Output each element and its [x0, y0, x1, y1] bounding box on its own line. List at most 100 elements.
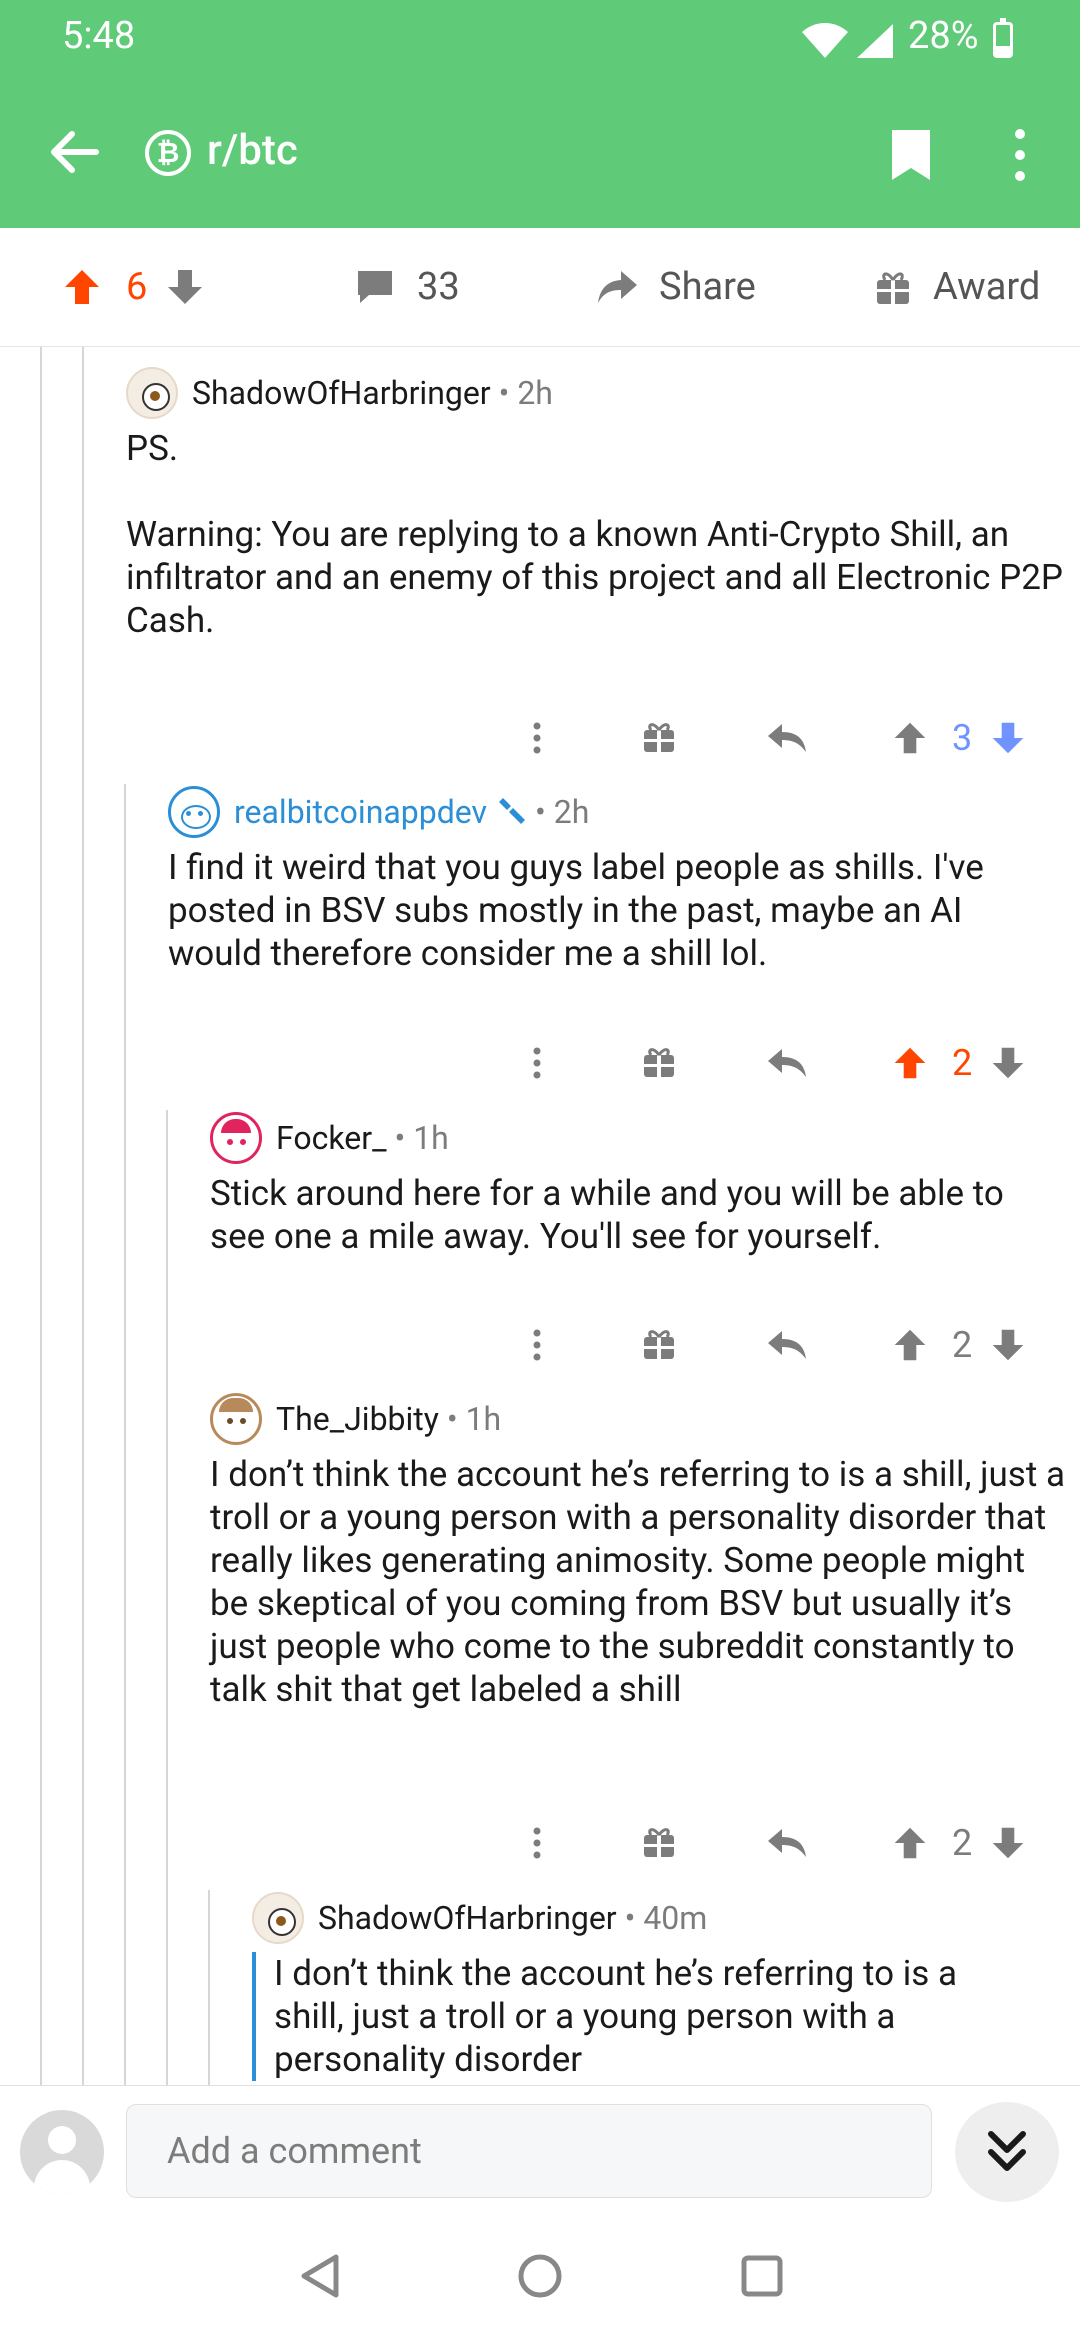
bookmark-icon[interactable] — [890, 128, 932, 182]
comment-body: PS. Warning: You are replying to a known… — [126, 427, 1066, 642]
reply-icon[interactable] — [766, 710, 808, 766]
comment-quote: I don’t think the account he’s referring… — [252, 1952, 1014, 2081]
bitcoin-icon: ₿ — [145, 130, 191, 176]
comment-text: PS. — [126, 428, 179, 469]
gift-icon[interactable] — [642, 1035, 676, 1091]
comment-age: 1h — [465, 1400, 502, 1438]
gift-icon[interactable] — [642, 1317, 676, 1373]
status-bar: 5:48 28% — [0, 0, 1080, 80]
subreddit-name[interactable]: r/btc — [207, 126, 298, 175]
comment-vote-group: 3 — [892, 710, 1026, 766]
more-options-icon[interactable] — [1010, 128, 1030, 182]
avatar[interactable] — [210, 1112, 262, 1164]
add-comment-input[interactable]: Add a comment — [126, 2104, 932, 2198]
more-options-icon[interactable] — [530, 710, 544, 766]
upvote-icon[interactable] — [892, 720, 928, 756]
comment-body: Stick around here for a while and you wi… — [210, 1172, 1060, 1258]
downvote-icon[interactable] — [165, 267, 205, 307]
avatar[interactable] — [252, 1892, 304, 1944]
comment-header: ShadowOfHarbringer • 40m — [252, 1890, 707, 1946]
more-options-icon[interactable] — [530, 1317, 544, 1373]
top-header: 5:48 28% ₿ r/btc — [0, 0, 1080, 228]
comment-body: I don’t think the account he’s referring… — [210, 1453, 1070, 1711]
comment-header: Focker_ • 1h — [210, 1110, 449, 1166]
comment-score: 2 — [952, 1042, 973, 1084]
post-action-bar: 6 33 Share Award — [0, 228, 1080, 347]
thread-line-level-3 — [124, 784, 126, 2085]
gift-icon[interactable] — [642, 710, 676, 766]
comment-age: 2h — [553, 793, 590, 831]
post-vote-group: 6 — [62, 228, 205, 346]
comment-thread: ShadowOfHarbringer • 2h PS. Warning: You… — [0, 347, 1080, 2085]
comment-composer: Add a comment — [0, 2085, 1080, 2212]
downvote-icon[interactable] — [990, 1825, 1026, 1861]
username[interactable]: Focker_ — [276, 1119, 387, 1157]
more-options-icon[interactable] — [530, 1035, 544, 1091]
comment-score: 3 — [952, 717, 973, 759]
nav-back-icon[interactable] — [298, 2253, 342, 2299]
comment-vote-group: 2 — [892, 1035, 1026, 1091]
username[interactable]: realbitcoinappdev — [234, 793, 487, 831]
comments-count-button[interactable]: 33 — [355, 228, 460, 346]
scroll-down-button[interactable] — [955, 2102, 1059, 2202]
comment-header: The_Jibbity • 1h — [210, 1391, 501, 1447]
upvote-icon[interactable] — [62, 267, 102, 307]
comment-text: Stick around here for a while and you wi… — [210, 1173, 1004, 1257]
thread-line-level-1 — [40, 347, 42, 2085]
comment-age: 1h — [413, 1119, 449, 1157]
wrench-icon — [499, 798, 526, 824]
upvote-icon[interactable] — [892, 1825, 928, 1861]
comment-age: 2h — [517, 374, 553, 412]
share-icon — [598, 271, 637, 303]
comment-vote-group: 2 — [892, 1815, 1026, 1871]
comment-bubble-icon — [358, 271, 392, 303]
reply-icon[interactable] — [766, 1815, 808, 1871]
comment-vote-group: 2 — [892, 1317, 1026, 1373]
comment-body: I find it weird that you guys label peop… — [168, 846, 1048, 975]
comment-actions: 2 — [510, 1035, 1070, 1091]
avatar[interactable] — [210, 1393, 262, 1445]
comment-actions: 2 — [510, 1317, 1070, 1373]
signal-icon — [857, 24, 893, 58]
comment-text: I don’t think the account he’s referring… — [210, 1454, 1066, 1710]
comment-actions: 3 — [510, 710, 1070, 766]
award-button[interactable]: Award — [875, 228, 1040, 346]
quote-text: I don’t think the account he’s referring… — [274, 1953, 958, 2080]
comment-header: realbitcoinappdev • 2h — [168, 784, 589, 840]
comment-text: I find it weird that you guys label peop… — [168, 847, 984, 974]
username[interactable]: ShadowOfHarbringer — [192, 374, 491, 412]
avatar[interactable] — [20, 2110, 104, 2194]
nav-home-icon[interactable] — [517, 2253, 563, 2299]
downvote-icon[interactable] — [990, 1045, 1026, 1081]
username[interactable]: ShadowOfHarbringer — [318, 1899, 617, 1937]
gift-icon[interactable] — [642, 1815, 676, 1871]
reply-icon[interactable] — [766, 1317, 808, 1373]
downvote-icon[interactable] — [990, 1327, 1026, 1363]
downvote-icon[interactable] — [990, 720, 1026, 756]
comment-actions: 2 — [510, 1815, 1070, 1871]
app-bar: ₿ r/btc — [0, 80, 1080, 228]
system-navigation-bar — [0, 2211, 1080, 2340]
thread-line-level-4 — [166, 1110, 168, 2085]
comment-header: ShadowOfHarbringer • 2h — [126, 365, 553, 421]
upvote-icon[interactable] — [892, 1327, 928, 1363]
comment-text: Warning: You are replying to a known Ant… — [126, 514, 1063, 641]
post-score: 6 — [126, 265, 148, 309]
double-chevron-down-icon — [988, 2131, 1026, 2171]
share-button[interactable]: Share — [595, 228, 756, 346]
gift-icon — [877, 272, 909, 304]
reply-icon[interactable] — [766, 1035, 808, 1091]
thread-line-level-5 — [208, 1890, 210, 2085]
battery-icon — [993, 18, 1013, 58]
username[interactable]: The_Jibbity — [276, 1400, 439, 1438]
wifi-icon — [802, 23, 848, 58]
nav-recents-icon[interactable] — [741, 2255, 783, 2297]
back-arrow-icon[interactable] — [48, 126, 100, 178]
upvote-icon[interactable] — [892, 1045, 928, 1081]
comment-score: 2 — [952, 1324, 973, 1366]
share-label: Share — [659, 265, 756, 309]
more-options-icon[interactable] — [530, 1815, 544, 1871]
comment-score: 2 — [952, 1822, 973, 1864]
avatar[interactable] — [126, 367, 178, 419]
avatar[interactable] — [168, 786, 220, 838]
